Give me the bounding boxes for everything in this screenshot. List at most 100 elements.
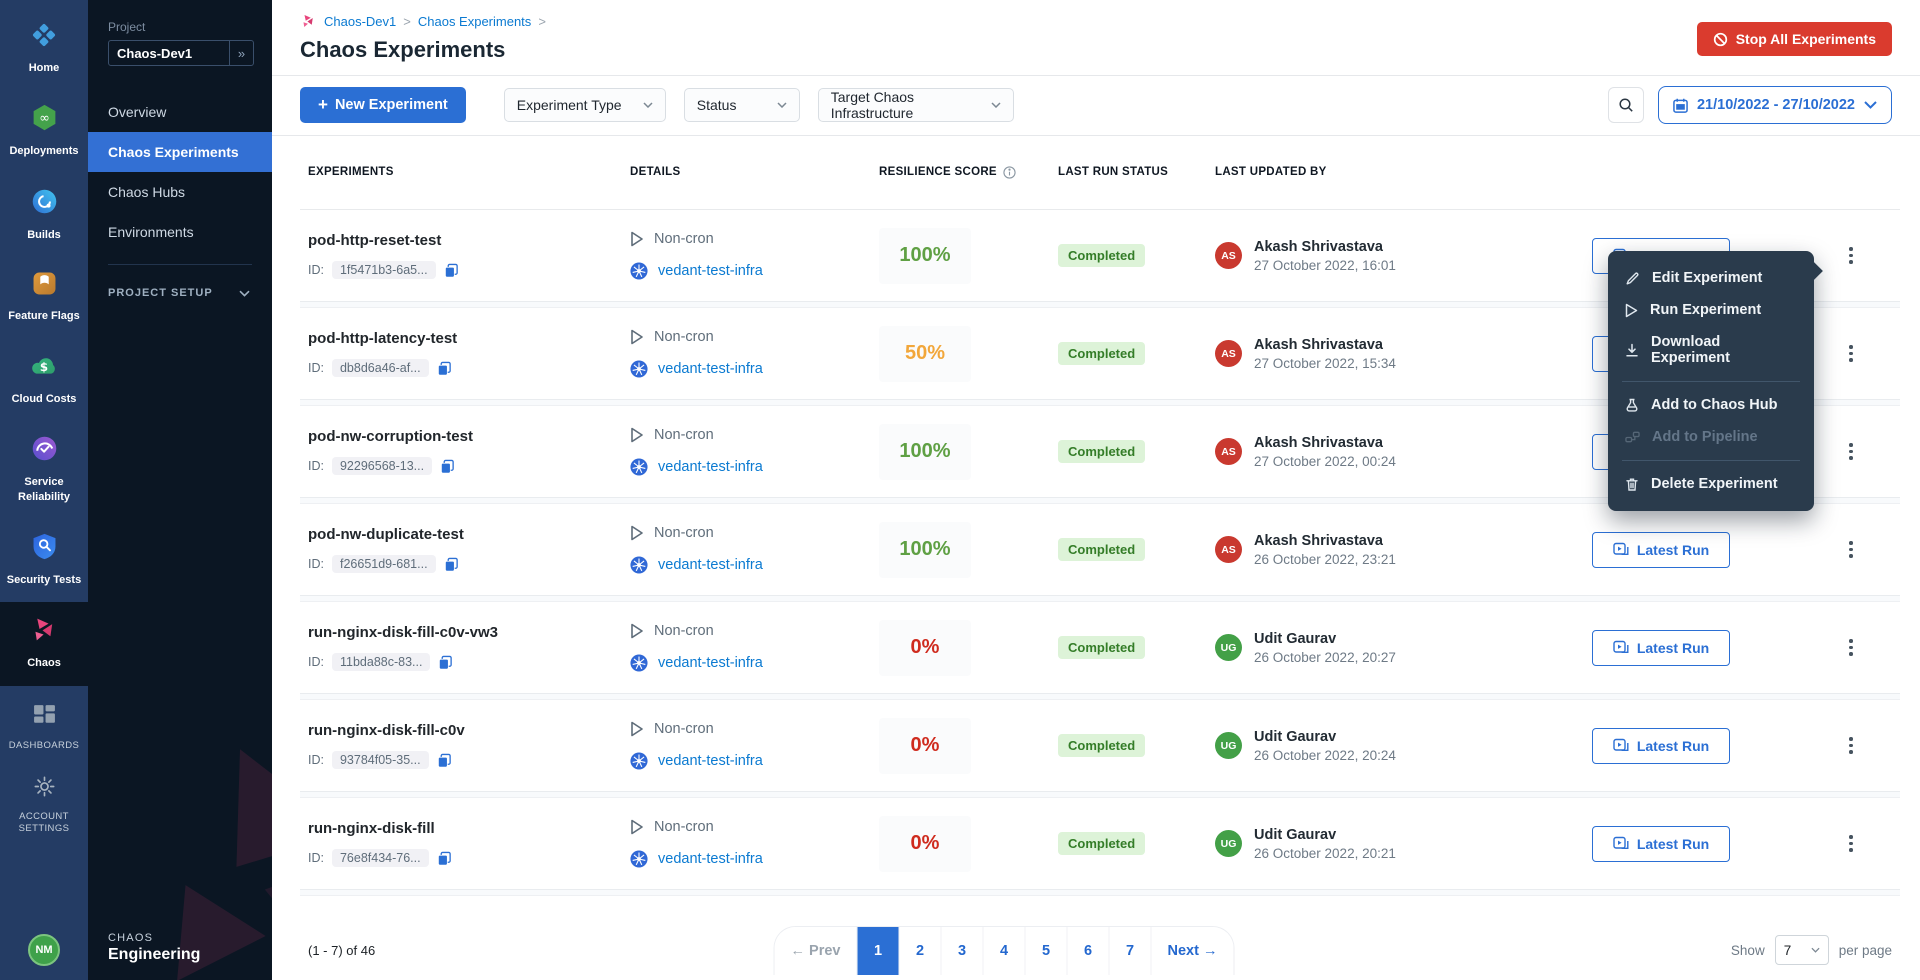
status-cell: Completed [1058, 538, 1215, 561]
target-infrastructure-filter[interactable]: Target Chaos Infrastructure [818, 88, 1014, 122]
copy-icon[interactable] [444, 557, 459, 572]
security-tests-icon [31, 532, 58, 566]
page-button-6[interactable]: 6 [1067, 927, 1109, 975]
rail-item-home[interactable]: Home [0, 8, 88, 90]
kebab-menu-icon[interactable] [1843, 437, 1859, 466]
copy-icon[interactable] [438, 655, 453, 670]
experiment-name[interactable]: run-nginx-disk-fill-c0v-vw3 [308, 624, 630, 641]
toolbar: + New Experiment Experiment Type Status … [272, 76, 1920, 136]
menu-item-run-experiment[interactable]: Run Experiment [1608, 294, 1814, 326]
home-icon [30, 21, 58, 54]
kebab-menu-icon[interactable] [1843, 241, 1859, 270]
page-button-7[interactable]: 7 [1109, 927, 1151, 975]
updated-by-cell: AS Akash Shrivastava 26 October 2022, 23… [1215, 533, 1592, 567]
show-label: Show [1731, 943, 1765, 958]
copy-icon[interactable] [437, 361, 452, 376]
latest-run-button[interactable]: Latest Run [1592, 826, 1730, 862]
latest-run-icon [1613, 836, 1629, 851]
copy-icon[interactable] [440, 459, 455, 474]
kebab-menu-icon[interactable] [1843, 829, 1859, 858]
sidebar-item-chaos-experiments[interactable]: Chaos Experiments [88, 132, 272, 172]
menu-item-edit-experiment[interactable]: Edit Experiment [1608, 262, 1814, 294]
page-button-4[interactable]: 4 [983, 927, 1025, 975]
copy-icon[interactable] [444, 263, 459, 278]
chevron-down-icon [991, 102, 1001, 108]
details-cell: Non-cron vedant-test-infra [630, 427, 879, 476]
sidebar-divider [108, 264, 252, 265]
infrastructure-link[interactable]: vedant-test-infra [658, 361, 763, 377]
rail-item-builds[interactable]: Builds [0, 174, 88, 257]
avatar: AS [1215, 536, 1242, 563]
kebab-menu-icon[interactable] [1843, 731, 1859, 760]
menu-divider [1622, 460, 1800, 461]
action-cell: Latest Run [1592, 728, 1802, 764]
infrastructure-link[interactable]: vedant-test-infra [658, 557, 763, 573]
latest-run-button[interactable]: Latest Run [1592, 532, 1730, 568]
page-size-select[interactable]: 7 [1775, 935, 1829, 965]
menu-item-download-experiment[interactable]: Download Experiment [1608, 326, 1814, 374]
experiment-name[interactable]: pod-nw-corruption-test [308, 428, 630, 445]
status-filter[interactable]: Status [684, 88, 800, 122]
play-outline-icon [630, 329, 644, 345]
sidebar-item-environments[interactable]: Environments [88, 212, 272, 252]
copy-icon[interactable] [437, 851, 452, 866]
resilience-score-value: 100% [899, 538, 950, 561]
infrastructure-link[interactable]: vedant-test-infra [658, 851, 763, 867]
kebab-menu-icon[interactable] [1843, 535, 1859, 564]
rail-item-security-tests[interactable]: Security Tests [0, 519, 88, 602]
rail-item-dashboards[interactable]: DASHBOARDS [0, 692, 88, 763]
rail-item-feature-flags[interactable]: Feature Flags [0, 257, 88, 338]
page-button-2[interactable]: 2 [899, 927, 941, 975]
stop-all-experiments-button[interactable]: Stop All Experiments [1697, 22, 1892, 56]
info-icon[interactable] [1003, 166, 1016, 179]
infrastructure-link[interactable]: vedant-test-infra [658, 263, 763, 279]
breadcrumb-link-chaos-experiments[interactable]: Chaos Experiments [418, 14, 531, 29]
latest-run-button[interactable]: Latest Run [1592, 630, 1730, 666]
date-range-picker[interactable]: 21/10/2022 - 27/10/2022 [1658, 86, 1892, 124]
project-setup-label: PROJECT SETUP [108, 287, 213, 299]
rail-item-deployments[interactable]: ∞ Deployments [0, 90, 88, 173]
rail-item-chaos[interactable]: Chaos [0, 602, 88, 685]
experiment-name[interactable]: pod-http-reset-test [308, 232, 630, 249]
rail-item-cloud-costs[interactable]: $ Cloud Costs [0, 338, 88, 421]
experiment-name[interactable]: pod-nw-duplicate-test [308, 526, 630, 543]
new-experiment-button[interactable]: + New Experiment [300, 87, 466, 123]
sidebar-item-chaos-hubs[interactable]: Chaos Hubs [88, 172, 272, 212]
user-avatar[interactable]: NM [28, 934, 60, 966]
kebab-menu-icon[interactable] [1843, 339, 1859, 368]
rail-item-service-reliability[interactable]: Service Reliability [0, 421, 88, 519]
infrastructure-link[interactable]: vedant-test-infra [658, 753, 763, 769]
infrastructure-link[interactable]: vedant-test-infra [658, 655, 763, 671]
project-setup-toggle[interactable]: PROJECT SETUP [88, 287, 272, 299]
next-label: Next [1168, 943, 1199, 959]
infrastructure-link[interactable]: vedant-test-infra [658, 459, 763, 475]
column-label: RESILIENCE SCORE [879, 166, 997, 178]
experiment-name[interactable]: run-nginx-disk-fill-c0v [308, 722, 630, 739]
expand-project-button[interactable]: » [229, 41, 253, 65]
search-button[interactable] [1608, 87, 1644, 123]
next-page-button[interactable]: Next → [1151, 927, 1234, 975]
rail-item-account-settings[interactable]: ACCOUNT SETTINGS [0, 763, 88, 847]
experiment-name[interactable]: pod-http-latency-test [308, 330, 630, 347]
project-selector[interactable]: Chaos-Dev1 » [108, 40, 254, 66]
copy-icon[interactable] [437, 753, 452, 768]
kebab-menu-icon[interactable] [1843, 633, 1859, 662]
prev-page-button[interactable]: ← Prev [775, 927, 857, 975]
breadcrumb-link-project[interactable]: Chaos-Dev1 [324, 14, 396, 29]
menu-item-label: Edit Experiment [1652, 270, 1762, 286]
dashboards-icon [32, 703, 57, 733]
latest-run-icon [1613, 738, 1629, 753]
latest-run-button[interactable]: Latest Run [1592, 728, 1730, 764]
page-button-5[interactable]: 5 [1025, 927, 1067, 975]
edit-icon [1625, 271, 1640, 286]
menu-item-delete-experiment[interactable]: Delete Experiment [1608, 468, 1814, 500]
avatar: UG [1215, 732, 1242, 759]
experiment-name[interactable]: run-nginx-disk-fill [308, 820, 630, 837]
page-button-3[interactable]: 3 [941, 927, 983, 975]
score-cell: 100% [879, 522, 1058, 578]
experiment-type-filter[interactable]: Experiment Type [504, 88, 666, 122]
rail-item-label: Home [29, 61, 60, 75]
sidebar-item-overview[interactable]: Overview [88, 92, 272, 132]
menu-item-add-to-chaos-hub[interactable]: Add to Chaos Hub [1608, 389, 1814, 421]
page-button-1[interactable]: 1 [857, 927, 899, 975]
